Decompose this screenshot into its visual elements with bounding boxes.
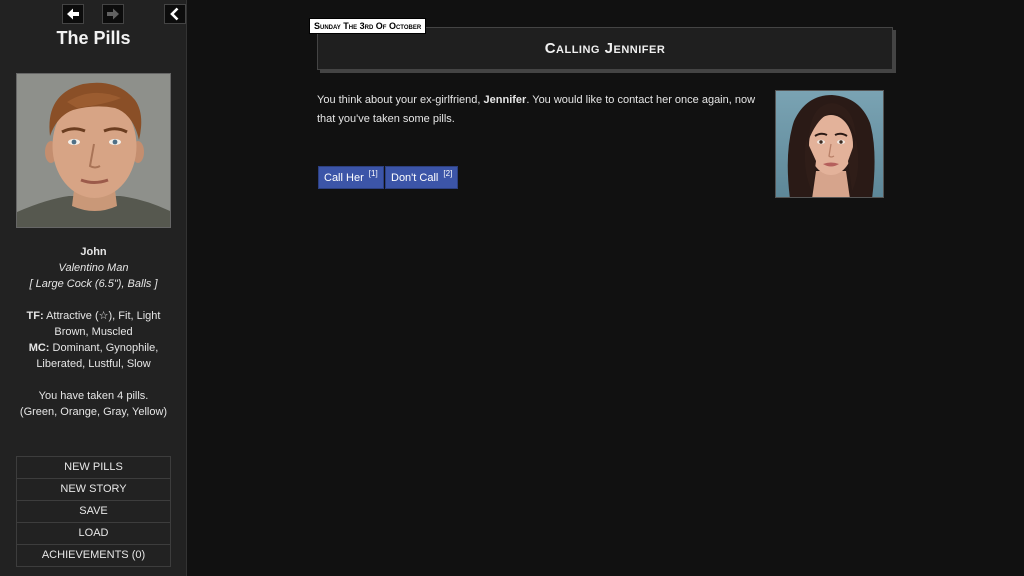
tf-label: TF: (26, 310, 44, 322)
pills-colors: (Green, Orange, Gray, Yellow) (19, 406, 168, 418)
passage-text: You think about your ex-girlfriend, Jenn… (317, 91, 767, 129)
dont-call-label: Don't Call (391, 172, 442, 184)
player-avatar (16, 73, 171, 228)
achievements-button[interactable]: ACHIEVEMENTS (0) (16, 544, 171, 567)
history-back-button[interactable] (62, 4, 84, 24)
mc-line-1: Dominant, Gynophile, (49, 342, 159, 354)
mc-label: MC: (28, 342, 50, 354)
passage-text-name: Jennifer (483, 94, 527, 106)
character-info: John Valentino Man [ Large Cock (6.5"), … (0, 244, 187, 420)
sidebar-menu: NEW PILLS NEW STORY SAVE LOAD ACHIEVEMEN… (16, 456, 171, 567)
arrow-left-icon (67, 8, 79, 20)
sidebar-collapse-button[interactable] (164, 4, 186, 24)
call-her-key: [1] (368, 169, 378, 178)
tf-line-1: Attractive (☆), Fit, Light (43, 310, 161, 322)
chevron-left-icon (170, 7, 179, 21)
history-forward-button[interactable] (102, 4, 124, 24)
character-title: Valentino Man (58, 262, 129, 274)
load-button[interactable]: LOAD (16, 522, 171, 545)
new-story-button[interactable]: NEW STORY (16, 478, 171, 501)
character-anatomy: [ Large Cock (6.5"), Balls ] (29, 278, 158, 290)
jennifer-portrait (775, 90, 884, 198)
character-name: John (80, 246, 107, 258)
dont-call-key: [2] (443, 169, 453, 178)
arrow-right-icon (107, 8, 119, 20)
passage-title: Calling Jennifer (544, 40, 666, 57)
pills-count: You have taken 4 pills. (38, 390, 149, 402)
new-pills-button[interactable]: NEW PILLS (16, 456, 171, 479)
tf-line-2: Brown, Muscled (54, 326, 133, 338)
passage-text-start: You think about your ex-girlfriend, (317, 94, 484, 106)
save-button[interactable]: SAVE (16, 500, 171, 523)
call-her-label: Call Her (324, 172, 367, 184)
dont-call-button[interactable]: Don't Call [2] (385, 166, 459, 189)
date-tag: Sunday The 3rd Of October (309, 18, 427, 34)
call-her-button[interactable]: Call Her [1] (318, 166, 384, 189)
mc-traits: MC: Dominant, Gynophile, (0, 340, 187, 356)
tf-traits: TF: Attractive (☆), Fit, Light (0, 308, 187, 324)
story-title: The Pills (56, 28, 131, 48)
sidebar: The Pills John Valentino Man [Large Coc… (0, 0, 187, 576)
mc-line-2: Liberated, Lustful, Slow (36, 358, 151, 370)
